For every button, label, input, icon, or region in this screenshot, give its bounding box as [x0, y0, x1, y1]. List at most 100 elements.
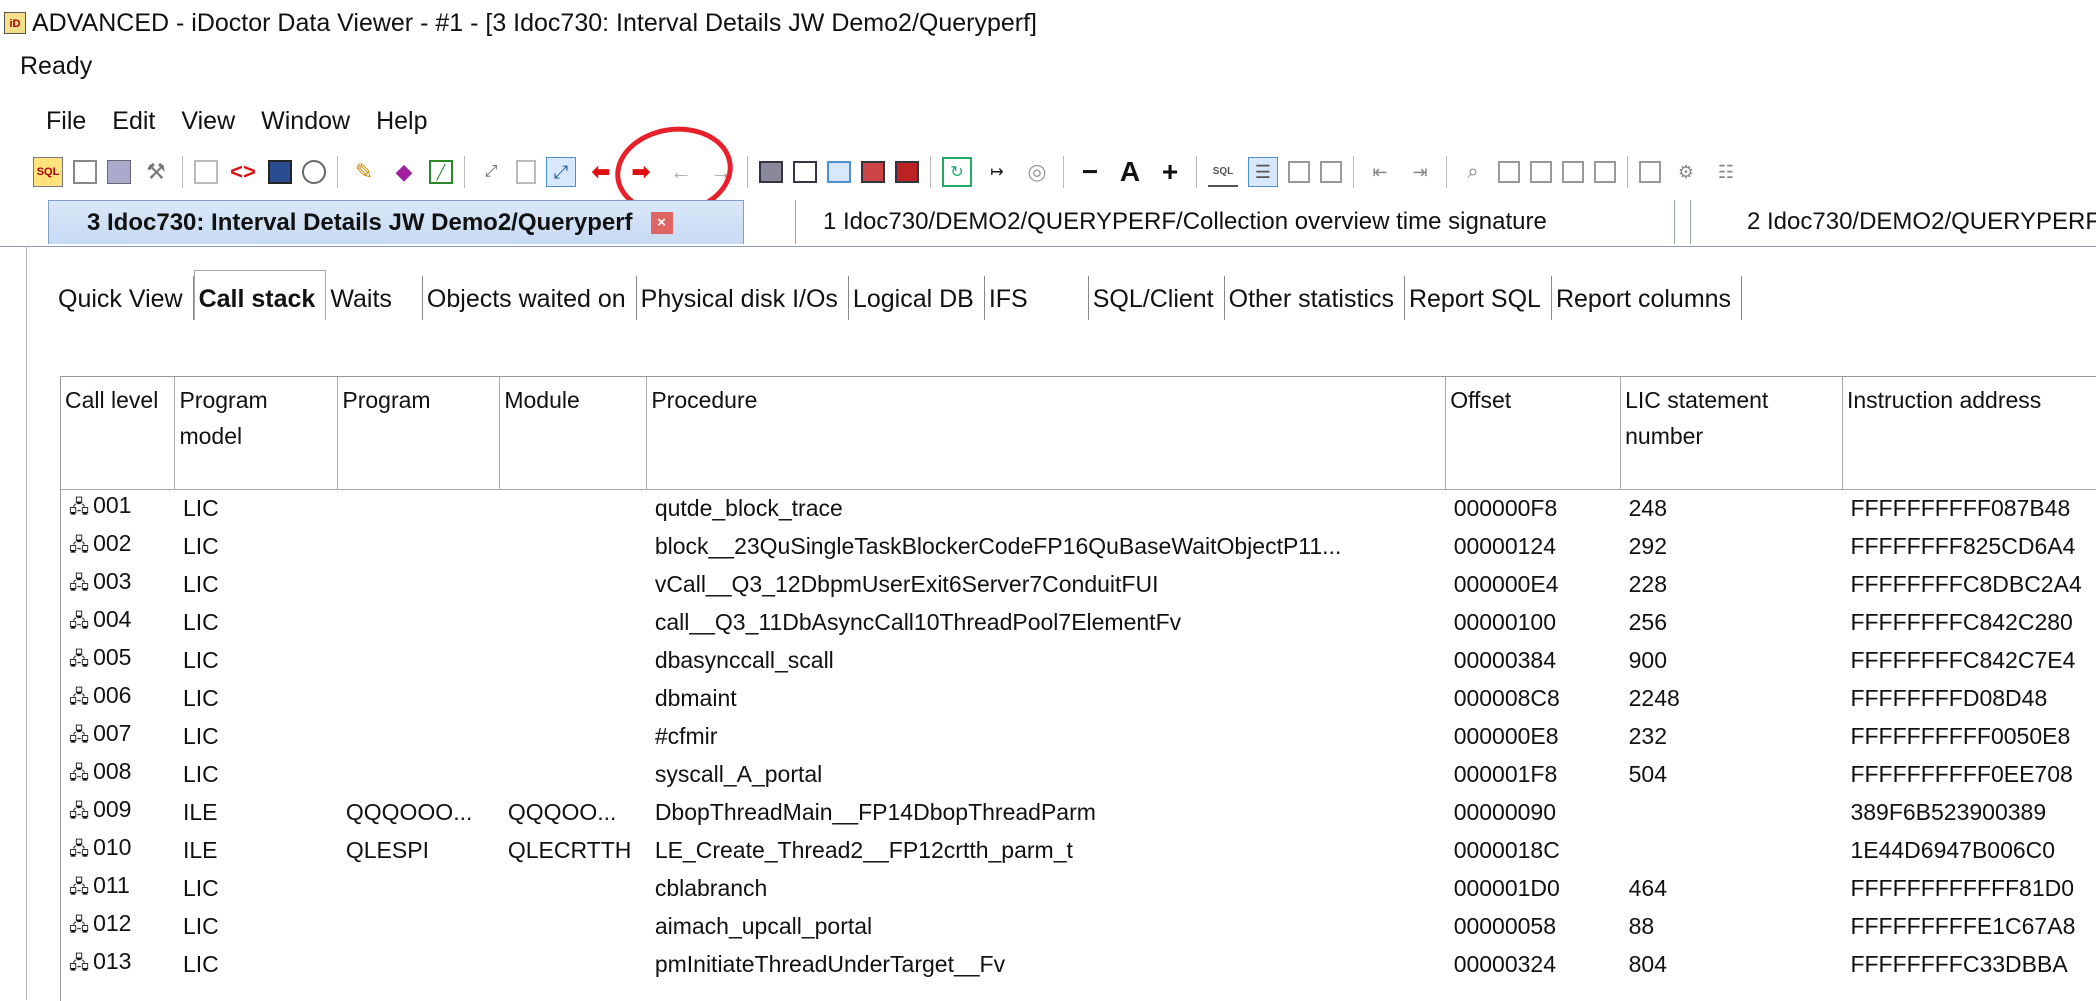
table-row[interactable]: 🖧 006 LIC dbmaint 000008C8 2248 FFFFFFFFD08D48: [61, 680, 2096, 718]
windows-icon[interactable]: [1320, 161, 1342, 183]
table-row[interactable]: 🖧 012 LIC aimach_upcall_portal 00000058 88 FFF…: [61, 908, 2096, 946]
menu-view[interactable]: View: [168, 107, 248, 136]
graph-icon[interactable]: [1498, 161, 1520, 183]
export-icon[interactable]: [1639, 161, 1661, 183]
col-left-icon[interactable]: ⇤: [1365, 157, 1395, 187]
cell-text: FFFFFFFFFF0050E8: [1850, 723, 2071, 749]
col-right-icon[interactable]: ⇥: [1405, 157, 1435, 187]
menu-file[interactable]: File: [0, 107, 99, 136]
cell-offset: 00000324: [1446, 946, 1621, 984]
table-row[interactable]: 🖧 002 LIC block__23QuSingleTaskBlockerCodeF…: [61, 528, 2096, 566]
hierarchy-icon: 🖧: [69, 839, 90, 859]
menu-edit[interactable]: Edit: [99, 107, 168, 136]
cell-program: QQQOOO...: [338, 794, 500, 832]
panel-icon[interactable]: [1530, 161, 1552, 183]
column-header-module[interactable]: Module: [499, 377, 648, 490]
tile-icon[interactable]: [1594, 161, 1616, 183]
grid-view-icon[interactable]: [759, 161, 783, 183]
fit-width-icon[interactable]: ↦: [982, 157, 1012, 187]
form-view-icon[interactable]: [827, 161, 851, 183]
zoom-icon[interactable]: ⌕: [1458, 157, 1488, 187]
arrow-left-icon[interactable]: ⬅: [586, 157, 616, 187]
marker-icon[interactable]: ✎: [349, 157, 379, 187]
cell-program: [338, 642, 500, 680]
cell-text: 009: [93, 796, 132, 822]
refresh-icon[interactable]: ↻: [942, 157, 972, 187]
cell-module: QLECRTTH: [500, 832, 647, 870]
decrease-font-icon[interactable]: −: [1075, 156, 1105, 187]
table-row[interactable]: 🖧 007 LIC #cfmir 000000E8 232 FFFFFFFFFF0050E8: [61, 718, 2096, 756]
tab-objects-waited-on[interactable]: Objects waited on: [423, 276, 637, 320]
cell-text: 007: [93, 720, 132, 746]
cell-call-level: 🖧 012: [61, 908, 175, 946]
tab-other-statistics[interactable]: Other statistics: [1225, 276, 1405, 320]
increase-font-icon[interactable]: +: [1155, 156, 1185, 187]
chart-icon[interactable]: ╱: [429, 160, 453, 184]
table-row[interactable]: 🖧 013 LIC pmInitiateThreadUnderTarget__Fv 00…: [61, 946, 2096, 984]
table-row[interactable]: 🖧 008 LIC syscall_A_portal 000001F8 504 FFFFFF…: [61, 756, 2096, 794]
table-row[interactable]: 🖧 001 LIC qutde_block_trace 000000F8 248 FFFFF…: [61, 489, 2096, 528]
cell-lic-statement-number: 292: [1621, 528, 1843, 566]
fullscreen-icon[interactable]: ⤢: [476, 157, 506, 187]
tab-physical-disk-ios[interactable]: Physical disk I/Os: [637, 276, 849, 320]
more-icon[interactable]: ☷: [1711, 157, 1741, 187]
tab-waits[interactable]: Waits: [326, 276, 423, 320]
column-header-program[interactable]: Program: [337, 377, 501, 490]
sql-icon[interactable]: SQL: [1208, 157, 1238, 187]
diamond-icon[interactable]: ◆: [389, 157, 419, 187]
column-header-offset[interactable]: Offset: [1445, 377, 1622, 490]
cell-text: 001: [93, 492, 132, 518]
report-icon[interactable]: [107, 160, 131, 184]
menu-help[interactable]: Help: [363, 107, 440, 136]
table-alt-icon[interactable]: [895, 161, 919, 183]
column-header-lic-statement-number[interactable]: LIC statement number: [1620, 377, 1843, 490]
cell-program: [338, 604, 500, 642]
menu-window[interactable]: Window: [248, 107, 363, 136]
tab-ifs[interactable]: IFS: [985, 276, 1089, 320]
doc-tab-interval-details[interactable]: 3 Idoc730: Interval Details JW Demo2/Que…: [48, 200, 744, 244]
close-icon[interactable]: ×: [650, 211, 673, 234]
tab-sql-client[interactable]: SQL/Client: [1089, 276, 1225, 320]
table-row[interactable]: 🖧 011 LIC cblabranch 000001D0 464 FFFFFFFFFFFF…: [61, 870, 2096, 908]
table-row[interactable]: 🖧 004 LIC call__Q3_11DbAsyncCall10ThreadPoo…: [61, 604, 2096, 642]
copy-icon[interactable]: [194, 160, 218, 184]
settings-icon[interactable]: ⚙: [1671, 157, 1701, 187]
columns-icon[interactable]: [1288, 161, 1310, 183]
cell-module: [500, 489, 647, 528]
wrench-icon[interactable]: ⚒: [141, 157, 171, 187]
table-row[interactable]: 🖧 010 ILE QLESPI QLECRTTH LE_Create_Thread2__…: [61, 832, 2096, 870]
code-icon[interactable]: <>: [228, 157, 258, 187]
column-header-program-model[interactable]: Program model: [174, 377, 339, 490]
tab-report-columns[interactable]: Report columns: [1552, 276, 1743, 320]
table-row[interactable]: 🖧 005 LIC dbasynccall_scall 00000384 900 FFFFF…: [61, 642, 2096, 680]
tab-quick-view[interactable]: Quick View: [54, 276, 194, 320]
grid-icon[interactable]: SQL: [33, 157, 63, 187]
panel-alt-icon[interactable]: [1562, 161, 1584, 183]
cell-module: QQQOO...: [500, 794, 647, 832]
cell-program-model: LIC: [175, 946, 338, 984]
stop-icon[interactable]: ◎: [1022, 157, 1052, 187]
tab-report-sql[interactable]: Report SQL: [1405, 276, 1552, 320]
font-icon[interactable]: A: [1115, 156, 1145, 187]
toolbar: SQL ⚒ <> ✎ ◆ ╱ ⤢ ⤢ ⬅ ➡ ← → ↻ ↦ ◎ − A + S…: [0, 146, 2096, 198]
cell-offset: 00000058: [1446, 908, 1621, 946]
window-icon[interactable]: [516, 160, 536, 184]
table-row[interactable]: 🖧 003 LIC vCall__Q3_12DbpmUserExit6Server7C…: [61, 566, 2096, 604]
tab-call-stack[interactable]: Call stack: [193, 270, 327, 320]
table-view-icon[interactable]: [861, 161, 885, 183]
doc-tab-collection-overview-1[interactable]: 1 Idoc730/DEMO2/QUERYPERF/Collection ove…: [795, 200, 1675, 244]
table-row[interactable]: 🖧 009 ILE QQQOOO... QQQOO... DbopThreadMain__…: [61, 794, 2096, 832]
save-icon[interactable]: [73, 160, 97, 184]
list-icon[interactable]: ☰: [1248, 157, 1278, 187]
cell-text: block__23QuSingleTaskBlockerCodeFP16QuBa…: [654, 533, 1342, 559]
maximize-icon[interactable]: ⤢: [546, 157, 576, 187]
clock-icon[interactable]: [302, 160, 326, 184]
cell-module: [500, 566, 647, 604]
column-header-instruction-address[interactable]: Instruction address: [1842, 377, 2096, 490]
doc-tab-collection-overview-2[interactable]: 2 Idoc730/DEMO2/QUERYPERF/Collection ove…: [1690, 200, 2096, 244]
row-view-icon[interactable]: [793, 161, 817, 183]
tab-logical-db[interactable]: Logical DB: [849, 276, 985, 320]
column-header-procedure[interactable]: Procedure: [646, 377, 1447, 490]
table-icon[interactable]: [268, 160, 292, 184]
column-header-call-level[interactable]: Call level: [61, 377, 176, 490]
